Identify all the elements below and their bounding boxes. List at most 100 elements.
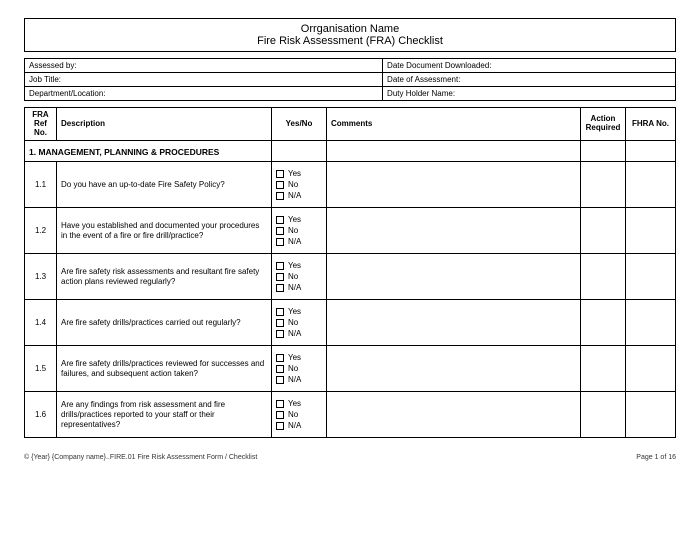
action-cell[interactable] xyxy=(581,208,626,254)
option-no[interactable]: No xyxy=(276,317,322,328)
option-yes[interactable]: Yes xyxy=(276,306,322,317)
main-table: FRA Ref No. Description Yes/No Comments … xyxy=(24,107,676,438)
desc-cell: Do you have an up-to-date Fire Safety Po… xyxy=(57,162,272,208)
desc-cell: Have you established and documented your… xyxy=(57,208,272,254)
option-no[interactable]: No xyxy=(276,363,322,374)
fhra-cell[interactable] xyxy=(626,300,676,346)
checkbox-icon[interactable] xyxy=(276,181,284,189)
table-row: 1.6Are any findings from risk assessment… xyxy=(25,392,676,438)
checkbox-icon[interactable] xyxy=(276,284,284,292)
action-cell[interactable] xyxy=(581,346,626,392)
option-na[interactable]: N/A xyxy=(276,420,322,431)
checkbox-icon[interactable] xyxy=(276,308,284,316)
footer: © {Year} {Company name}..FIRE.01 Fire Ri… xyxy=(24,454,676,461)
fhra-cell[interactable] xyxy=(626,162,676,208)
action-cell[interactable] xyxy=(581,392,626,438)
table-row: 1.4Are fire safety drills/practices carr… xyxy=(25,300,676,346)
date-assessment-label: Date of Assessment: xyxy=(383,73,676,87)
checkbox-icon[interactable] xyxy=(276,400,284,408)
comments-cell[interactable] xyxy=(327,254,581,300)
checkbox-icon[interactable] xyxy=(276,227,284,235)
footer-right: Page 1 of 16 xyxy=(636,454,676,461)
option-na[interactable]: N/A xyxy=(276,190,322,201)
option-yes[interactable]: Yes xyxy=(276,260,322,271)
option-yes[interactable]: Yes xyxy=(276,214,322,225)
th-desc: Description xyxy=(57,108,272,141)
fhra-cell[interactable] xyxy=(626,254,676,300)
assessed-by-label: Assessed by: xyxy=(25,59,383,73)
yesno-cell: YesNoN/A xyxy=(272,162,327,208)
checkbox-icon[interactable] xyxy=(276,330,284,338)
section-title: 1. MANAGEMENT, PLANNING & PROCEDURES xyxy=(25,141,272,162)
checkbox-icon[interactable] xyxy=(276,411,284,419)
desc-cell: Are fire safety risk assessments and res… xyxy=(57,254,272,300)
checkbox-icon[interactable] xyxy=(276,238,284,246)
comments-cell[interactable] xyxy=(327,346,581,392)
table-row: 1.1Do you have an up-to-date Fire Safety… xyxy=(25,162,676,208)
ref-cell: 1.1 xyxy=(25,162,57,208)
date-downloaded-label: Date Document Downloaded: xyxy=(383,59,676,73)
dept-location-label: Department/Location: xyxy=(25,87,383,101)
th-action: Action Required xyxy=(581,108,626,141)
ref-cell: 1.3 xyxy=(25,254,57,300)
action-cell[interactable] xyxy=(581,254,626,300)
org-name: Orrganisation Name xyxy=(25,23,675,35)
desc-cell: Are fire safety drills/practices carried… xyxy=(57,300,272,346)
option-na[interactable]: N/A xyxy=(276,236,322,247)
section-heading-row: 1. MANAGEMENT, PLANNING & PROCEDURES xyxy=(25,141,676,162)
table-row: 1.3Are fire safety risk assessments and … xyxy=(25,254,676,300)
checkbox-icon[interactable] xyxy=(276,273,284,281)
yesno-cell: YesNoN/A xyxy=(272,392,327,438)
option-yes[interactable]: Yes xyxy=(276,352,322,363)
th-comments: Comments xyxy=(327,108,581,141)
option-no[interactable]: No xyxy=(276,179,322,190)
ref-cell: 1.2 xyxy=(25,208,57,254)
th-fhra: FHRA No. xyxy=(626,108,676,141)
option-na[interactable]: N/A xyxy=(276,328,322,339)
ref-cell: 1.6 xyxy=(25,392,57,438)
yesno-cell: YesNoN/A xyxy=(272,254,327,300)
duty-holder-label: Duty Holder Name: xyxy=(383,87,676,101)
yesno-cell: YesNoN/A xyxy=(272,346,327,392)
desc-cell: Are any findings from risk assessment an… xyxy=(57,392,272,438)
checkbox-icon[interactable] xyxy=(276,170,284,178)
yesno-cell: YesNoN/A xyxy=(272,300,327,346)
option-no[interactable]: No xyxy=(276,271,322,282)
checkbox-icon[interactable] xyxy=(276,365,284,373)
checkbox-icon[interactable] xyxy=(276,376,284,384)
desc-cell: Are fire safety drills/practices reviewe… xyxy=(57,346,272,392)
checkbox-icon[interactable] xyxy=(276,354,284,362)
option-na[interactable]: N/A xyxy=(276,374,322,385)
th-yn: Yes/No xyxy=(272,108,327,141)
fhra-cell[interactable] xyxy=(626,208,676,254)
checkbox-icon[interactable] xyxy=(276,192,284,200)
header-row: FRA Ref No. Description Yes/No Comments … xyxy=(25,108,676,141)
option-yes[interactable]: Yes xyxy=(276,168,322,179)
action-cell[interactable] xyxy=(581,162,626,208)
table-row: 1.2Have you established and documented y… xyxy=(25,208,676,254)
fhra-cell[interactable] xyxy=(626,392,676,438)
ref-cell: 1.4 xyxy=(25,300,57,346)
comments-cell[interactable] xyxy=(327,208,581,254)
checkbox-icon[interactable] xyxy=(276,422,284,430)
ref-cell: 1.5 xyxy=(25,346,57,392)
job-title-label: Job Title: xyxy=(25,73,383,87)
fhra-cell[interactable] xyxy=(626,346,676,392)
doc-title: Fire Risk Assessment (FRA) Checklist xyxy=(25,35,675,47)
comments-cell[interactable] xyxy=(327,392,581,438)
comments-cell[interactable] xyxy=(327,300,581,346)
checkbox-icon[interactable] xyxy=(276,216,284,224)
title-box: Orrganisation Name Fire Risk Assessment … xyxy=(24,18,676,52)
action-cell[interactable] xyxy=(581,300,626,346)
option-yes[interactable]: Yes xyxy=(276,398,322,409)
option-na[interactable]: N/A xyxy=(276,282,322,293)
comments-cell[interactable] xyxy=(327,162,581,208)
checkbox-icon[interactable] xyxy=(276,262,284,270)
table-row: 1.5Are fire safety drills/practices revi… xyxy=(25,346,676,392)
checkbox-icon[interactable] xyxy=(276,319,284,327)
footer-left: © {Year} {Company name}..FIRE.01 Fire Ri… xyxy=(24,454,257,461)
option-no[interactable]: No xyxy=(276,409,322,420)
yesno-cell: YesNoN/A xyxy=(272,208,327,254)
meta-table: Assessed by: Date Document Downloaded: J… xyxy=(24,58,676,101)
option-no[interactable]: No xyxy=(276,225,322,236)
